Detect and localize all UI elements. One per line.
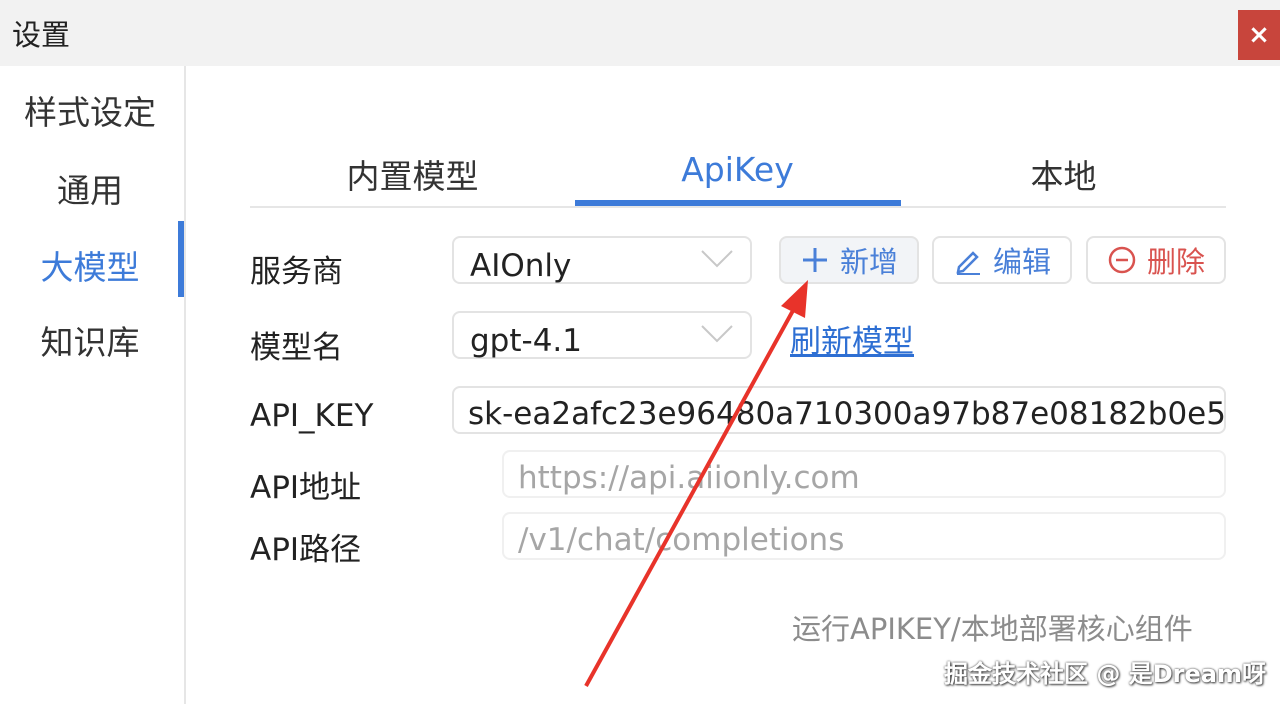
- edit-provider-button[interactable]: 编辑: [932, 236, 1072, 284]
- add-provider-button[interactable]: 新增: [779, 236, 919, 284]
- edit-button-label: 编辑: [992, 245, 1051, 279]
- core-component-note: 运行APIKEY/本地部署核心组件: [792, 612, 1193, 646]
- api-address-placeholder: https://api.aiionly.com: [518, 460, 860, 496]
- sidebar-item-style[interactable]: 样式设定: [0, 86, 180, 134]
- model-label: 模型名: [250, 330, 343, 366]
- provider-select[interactable]: AIOnly: [452, 236, 752, 284]
- model-tabs: 内置模型 ApiKey 本地: [250, 140, 1226, 208]
- refresh-models-link[interactable]: 刷新模型: [790, 316, 914, 361]
- add-button-label: 新增: [839, 245, 898, 279]
- pencil-icon: [956, 251, 980, 275]
- api-path-label: API路径: [250, 532, 362, 568]
- window-title: 设置: [12, 18, 71, 52]
- chevron-down-icon: [701, 325, 733, 343]
- api-path-input[interactable]: /v1/chat/completions: [502, 512, 1226, 560]
- api-key-value: sk-ea2afc23e96480a710300a97b87e08182b0e5…: [468, 396, 1226, 432]
- sidebar-item-general[interactable]: 通用: [0, 164, 180, 212]
- tab-builtin-model[interactable]: 内置模型: [250, 150, 575, 198]
- model-select[interactable]: gpt-4.1: [452, 311, 752, 359]
- sidebar-item-large-model[interactable]: 大模型: [0, 241, 180, 289]
- api-address-label: API地址: [250, 470, 362, 506]
- sidebar-item-knowledge-base[interactable]: 知识库: [0, 316, 180, 364]
- delete-provider-button[interactable]: 删除: [1086, 236, 1226, 284]
- api-key-input[interactable]: sk-ea2afc23e96480a710300a97b87e08182b0e5…: [452, 386, 1226, 434]
- provider-label: 服务商: [250, 254, 343, 290]
- delete-button-label: 删除: [1146, 245, 1205, 279]
- tab-apikey[interactable]: ApiKey: [575, 150, 900, 189]
- minus-circle-icon: [1108, 246, 1136, 274]
- close-button[interactable]: ×: [1238, 10, 1280, 60]
- tab-local[interactable]: 本地: [901, 150, 1226, 198]
- plus-icon: [802, 248, 827, 272]
- api-address-input[interactable]: https://api.aiionly.com: [502, 450, 1226, 498]
- provider-select-value: AIOnly: [470, 248, 572, 284]
- watermark: 掘金技术社区 @ 是Dream呀: [944, 660, 1266, 688]
- title-bar: 设置 ×: [0, 0, 1280, 66]
- api-key-label: API_KEY: [250, 398, 374, 434]
- model-select-value: gpt-4.1: [470, 323, 582, 359]
- api-path-placeholder: /v1/chat/completions: [518, 522, 845, 558]
- close-icon: ×: [1248, 20, 1270, 50]
- chevron-down-icon: [701, 250, 733, 268]
- active-tab-underline: [575, 200, 901, 206]
- sidebar-active-indicator: [178, 221, 184, 297]
- settings-sidebar: 样式设定 通用 大模型 知识库: [0, 66, 186, 704]
